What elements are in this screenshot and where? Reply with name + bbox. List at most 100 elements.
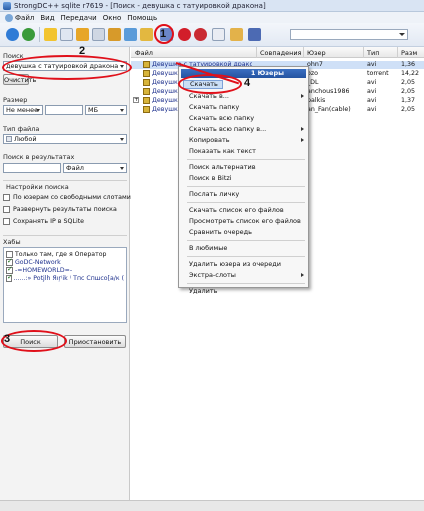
row-file: Девушк... — [152, 70, 178, 77]
toolbar — [0, 23, 424, 47]
hub-checkbox[interactable] — [6, 258, 13, 266]
menu-send-pm[interactable]: Послать личку — [189, 190, 239, 198]
menu-remove-from-queue[interactable]: Удалить юзера из очереди — [189, 260, 281, 268]
notepad-icon[interactable] — [212, 28, 225, 41]
menu-get-filelist[interactable]: Скачать список его файлов — [189, 206, 284, 214]
submenu-arrow-icon — [301, 127, 304, 131]
free-slots-checkbox[interactable] — [3, 194, 10, 201]
col-divider — [303, 47, 304, 58]
hub-checkbox[interactable] — [6, 274, 12, 282]
divider — [3, 180, 127, 181]
inresults-field-select[interactable]: Файл — [63, 163, 127, 173]
annotation-number-4: 4 — [244, 77, 251, 89]
menu-separator — [187, 202, 305, 203]
row-type: avi — [367, 79, 377, 86]
menu-download-whole-folder[interactable]: Скачать всю папку — [189, 114, 254, 122]
size-mode-select[interactable]: Не менее — [3, 105, 43, 115]
file-icon — [143, 88, 150, 95]
col-matches[interactable]: Совпадения — [260, 49, 301, 57]
option-free-slots[interactable]: По юзерам со свободными слотами — [3, 194, 131, 201]
finished-icon[interactable] — [108, 28, 121, 41]
inresults-input[interactable] — [3, 163, 61, 173]
settings-icon[interactable] — [248, 28, 261, 41]
upload-icon[interactable] — [124, 28, 137, 41]
menu-copy[interactable]: Копировать — [189, 136, 230, 144]
row-type: torrent — [367, 70, 389, 77]
menu-browse-filelist[interactable]: Просмотреть список его файлов — [189, 217, 301, 225]
hub-item[interactable]: GoDC-Network — [6, 258, 124, 266]
expand-icon[interactable]: + — [133, 97, 139, 103]
size-unit-select[interactable]: МБ — [85, 105, 127, 115]
quick-search-input[interactable] — [290, 29, 408, 40]
document-icon[interactable] — [60, 28, 73, 41]
menu-view[interactable]: Вид — [37, 14, 57, 22]
window-title: StrongDC++ sqlite r7619 - [Поиск - девуш… — [14, 1, 266, 10]
filetype-select[interactable]: Любой — [3, 134, 127, 144]
status-bar — [0, 500, 424, 511]
row-user: palkis — [307, 97, 326, 104]
menu-transfers[interactable]: Передачи — [58, 14, 100, 22]
search-panel: Поиск девушка с татуировкой дракона Очис… — [0, 47, 131, 511]
row-file: Девушк... — [152, 106, 178, 113]
toolbar-separator — [39, 27, 40, 42]
file-icon — [143, 70, 150, 77]
row-size: 14,22 — [401, 70, 420, 77]
col-user[interactable]: Юзер — [307, 49, 326, 57]
menu-search-bitzi[interactable]: Поиск в Bitzi — [189, 174, 232, 182]
hub-checkbox[interactable] — [6, 250, 13, 258]
edit-icon[interactable] — [140, 28, 153, 41]
file-icon — [143, 97, 150, 104]
menu-remove[interactable]: Удалить — [189, 287, 217, 295]
spy-icon[interactable] — [194, 28, 207, 41]
search-settings-label: Настройки поиска — [6, 183, 69, 191]
connect-icon[interactable] — [6, 28, 19, 41]
menu-bar: Файл Вид Передачи Окно Помощь — [0, 12, 424, 23]
menu-download-whole-folder-to[interactable]: Скачать всю папку в... — [189, 125, 266, 133]
save-ip-checkbox[interactable] — [3, 218, 10, 225]
inresults-label: Поиск в результатах — [3, 153, 75, 161]
favorites-icon[interactable] — [44, 28, 57, 41]
results-header: Файл Совпадения Юзер Тип Разм — [131, 47, 424, 58]
col-type[interactable]: Тип — [367, 49, 379, 57]
download-icon[interactable] — [76, 28, 89, 41]
filetype-label: Тип файла — [3, 125, 40, 133]
menu-extra-slots[interactable]: Экстра-слоты — [189, 271, 236, 279]
lock-icon[interactable] — [230, 28, 243, 41]
hub-checkbox[interactable] — [6, 266, 13, 274]
app-menu-icon — [5, 13, 13, 22]
option-save-ip[interactable]: Сохранять IP в SQLite — [3, 218, 84, 225]
menu-add-favorite[interactable]: В любимые — [189, 244, 227, 252]
menu-match-queue[interactable]: Сравнить очередь — [189, 228, 252, 236]
col-size[interactable]: Разм — [401, 49, 417, 57]
row-file: Девушк... — [152, 97, 178, 104]
menu-file[interactable]: Файл — [2, 13, 37, 22]
expand-results-checkbox[interactable] — [3, 206, 10, 213]
hub-item[interactable]: Только там, где я Оператор — [6, 250, 124, 258]
menu-search-alternates[interactable]: Поиск альтернатив — [189, 163, 256, 171]
hub-item[interactable]: -=HOMEWORLD=- — [6, 266, 124, 274]
submenu-arrow-icon — [301, 273, 304, 277]
hubs-label: Хабы — [3, 238, 21, 246]
col-file[interactable]: Файл — [135, 49, 153, 57]
pause-button[interactable]: Приостановить — [64, 335, 126, 348]
annotation-ring-2 — [2, 55, 132, 80]
hub-item[interactable]: ......:» Potjlh Яıŗ⁽ik ⁾ Тпс Спшсо[а/к ( — [6, 274, 124, 282]
row-type: avi — [367, 106, 377, 113]
menu-download-folder[interactable]: Скачать папку — [189, 103, 239, 111]
menu-show-as-text[interactable]: Показать как текст — [189, 147, 256, 155]
menu-window[interactable]: Окно — [100, 14, 125, 22]
menu-help[interactable]: Помощь — [124, 14, 160, 22]
row-size: 1,37 — [401, 97, 416, 104]
submenu-arrow-icon — [301, 94, 304, 98]
option-expand-results[interactable]: Развернуть результаты поиска — [3, 206, 117, 213]
context-menu: 1 Юзеры Скачать Скачать в... Скачать пап… — [178, 66, 309, 295]
hubs-list: Только там, где я Оператор GoDC-Network … — [3, 247, 127, 323]
row-type: avi — [367, 97, 377, 104]
annotation-number-3: 3 — [4, 333, 11, 345]
menu-separator — [187, 240, 305, 241]
row-type: avi — [367, 88, 377, 95]
queue-icon[interactable] — [92, 28, 105, 41]
reconnect-icon[interactable] — [22, 28, 35, 41]
adl-search-icon[interactable] — [178, 28, 191, 41]
size-value-input[interactable] — [45, 105, 83, 115]
